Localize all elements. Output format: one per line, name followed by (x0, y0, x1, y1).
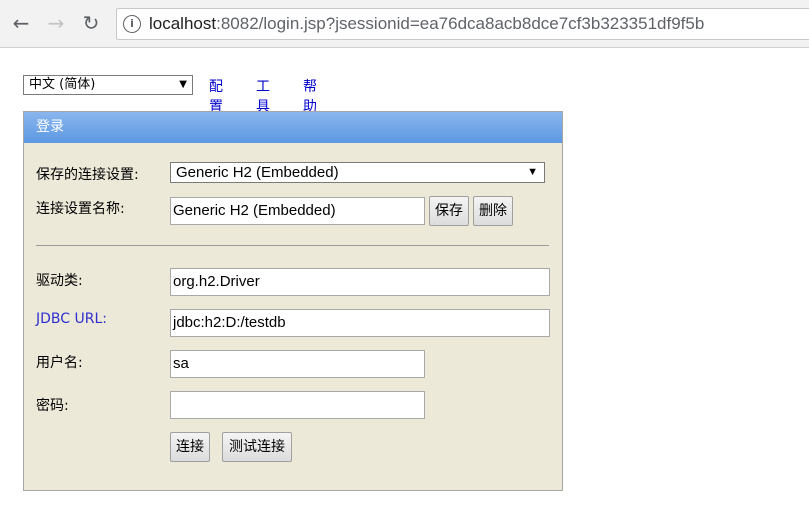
delete-button[interactable]: 删除 (473, 196, 513, 226)
url-text[interactable]: localhost:8082/login.jsp?jsessionid=ea76… (149, 14, 704, 34)
language-select[interactable]: 中文 (简体) ▼ (23, 75, 193, 95)
username-input[interactable]: sa (170, 350, 425, 378)
link-help[interactable]: 帮助 (303, 76, 317, 116)
url-path: :8082/login.jsp?jsessionid=ea76dca8acb8d… (216, 14, 705, 33)
jdbc-url-label: JDBC URL: (36, 311, 107, 327)
save-button[interactable]: 保存 (429, 196, 469, 226)
username-label: 用户名: (36, 355, 83, 371)
link-preferences[interactable]: 配置 (209, 76, 223, 116)
dropdown-arrow-icon: ▼ (527, 166, 538, 178)
dropdown-arrow-icon: ▼ (179, 79, 187, 90)
driver-label: 驱动类: (36, 273, 83, 289)
jdbc-url-input[interactable]: jdbc:h2:D:/testdb (170, 309, 550, 337)
reload-icon[interactable]: ↻ (78, 10, 104, 36)
url-host: localhost (149, 14, 217, 33)
divider (36, 245, 549, 246)
driver-input[interactable]: org.h2.Driver (170, 268, 550, 296)
back-arrow-icon[interactable]: ← (8, 10, 34, 36)
login-panel: 登录 保存的连接设置: Generic H2 (Embedded) ▼ 连接设置… (23, 111, 563, 491)
link-tools[interactable]: 工具 (256, 76, 270, 116)
setting-name-input[interactable]: Generic H2 (Embedded) (170, 197, 425, 225)
saved-settings-select[interactable]: Generic H2 (Embedded) ▼ (170, 162, 545, 183)
info-icon[interactable]: i (123, 15, 141, 33)
forward-arrow-icon[interactable]: → (43, 10, 69, 36)
saved-settings-value: Generic H2 (Embedded) (176, 164, 339, 181)
password-input[interactable] (170, 391, 425, 419)
setting-name-label: 连接设置名称: (36, 201, 125, 217)
language-select-value: 中文 (简体) (29, 77, 96, 92)
browser-toolbar: ← → ↻ i localhost:8082/login.jsp?jsessio… (0, 0, 809, 48)
password-label: 密码: (36, 398, 69, 414)
connect-button[interactable]: 连接 (170, 432, 210, 462)
test-connection-button[interactable]: 测试连接 (222, 432, 292, 462)
panel-title: 登录 (24, 112, 562, 143)
address-bar[interactable]: i localhost:8082/login.jsp?jsessionid=ea… (116, 8, 809, 40)
saved-settings-label: 保存的连接设置: (36, 167, 139, 183)
